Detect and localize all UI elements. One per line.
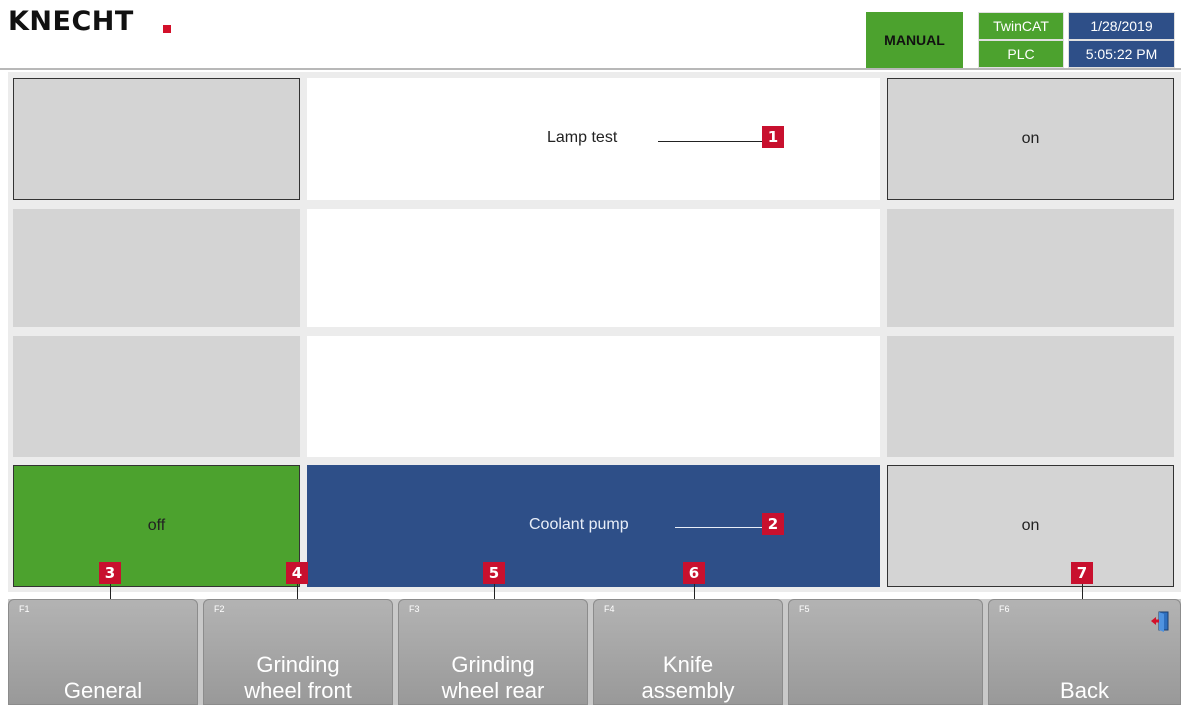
row2-left-button[interactable] [13, 209, 300, 327]
f4-key-number: F4 [604, 604, 615, 614]
plc-status: PLC [978, 40, 1064, 68]
row3-label [307, 336, 880, 457]
row3-right-button[interactable] [887, 336, 1174, 457]
f3-grinding-wheel-rear-button[interactable]: F3 Grinding wheel rear [398, 599, 588, 705]
function-key-bar: F1 General F2 Grinding wheel front F3 Gr… [8, 599, 1181, 705]
callout-marker-7: 7 [1071, 562, 1093, 584]
logo-red-square [163, 25, 171, 33]
row2-label [307, 209, 880, 327]
row3-left-button[interactable] [13, 336, 300, 457]
callout-marker-1: 1 [762, 126, 784, 148]
coolant-pump-on-button[interactable]: on [887, 465, 1174, 587]
f6-back-button[interactable]: F6 Back [988, 599, 1181, 705]
f4-knife-assembly-button[interactable]: F4 Knife assembly [593, 599, 783, 705]
function-grid: Lamp test on off Coolant pump on [8, 72, 1181, 592]
knecht-logo: KNECHT [8, 6, 134, 37]
f6-key-number: F6 [999, 604, 1010, 614]
coolant-pump-label: Coolant pump [307, 465, 880, 587]
lamp-test-on-button[interactable]: on [887, 78, 1174, 200]
f2-label: Grinding wheel front [244, 652, 352, 703]
f4-label: Knife assembly [641, 652, 735, 703]
row1-label: Lamp test [307, 78, 880, 200]
f1-general-button[interactable]: F1 General [8, 599, 198, 705]
coolant-pump-text: Coolant pump [529, 516, 629, 533]
header-bar: KNECHT MANUAL TwinCAT PLC 1/28/2019 5:05… [0, 0, 1181, 70]
date-display: 1/28/2019 [1068, 12, 1175, 40]
coolant-pump-off-button[interactable]: off [13, 465, 300, 587]
callout-line-2 [675, 527, 762, 528]
row1-left-button[interactable] [13, 78, 300, 200]
mode-badge: MANUAL [866, 12, 963, 68]
f3-key-number: F3 [409, 604, 420, 614]
callout-marker-5: 5 [483, 562, 505, 584]
callout-marker-4: 4 [286, 562, 308, 584]
hmi-screen: KNECHT MANUAL TwinCAT PLC 1/28/2019 5:05… [0, 0, 1181, 705]
f5-key-number: F5 [799, 604, 810, 614]
exit-door-icon [1151, 611, 1169, 632]
f1-label: General [63, 678, 143, 703]
f3-label: Grinding wheel rear [441, 652, 545, 703]
lamp-test-label: Lamp test [547, 129, 618, 146]
callout-marker-2: 2 [762, 513, 784, 535]
f2-grinding-wheel-front-button[interactable]: F2 Grinding wheel front [203, 599, 393, 705]
time-display: 5:05:22 PM [1068, 40, 1175, 68]
f1-key-number: F1 [19, 604, 30, 614]
f6-label: Back [1060, 678, 1109, 703]
callout-marker-6: 6 [683, 562, 705, 584]
callout-line-1 [658, 141, 762, 142]
callout-marker-3: 3 [99, 562, 121, 584]
f5-button[interactable]: F5 [788, 599, 983, 705]
f2-key-number: F2 [214, 604, 225, 614]
twincat-status: TwinCAT [978, 12, 1064, 40]
row2-right-button[interactable] [887, 209, 1174, 327]
